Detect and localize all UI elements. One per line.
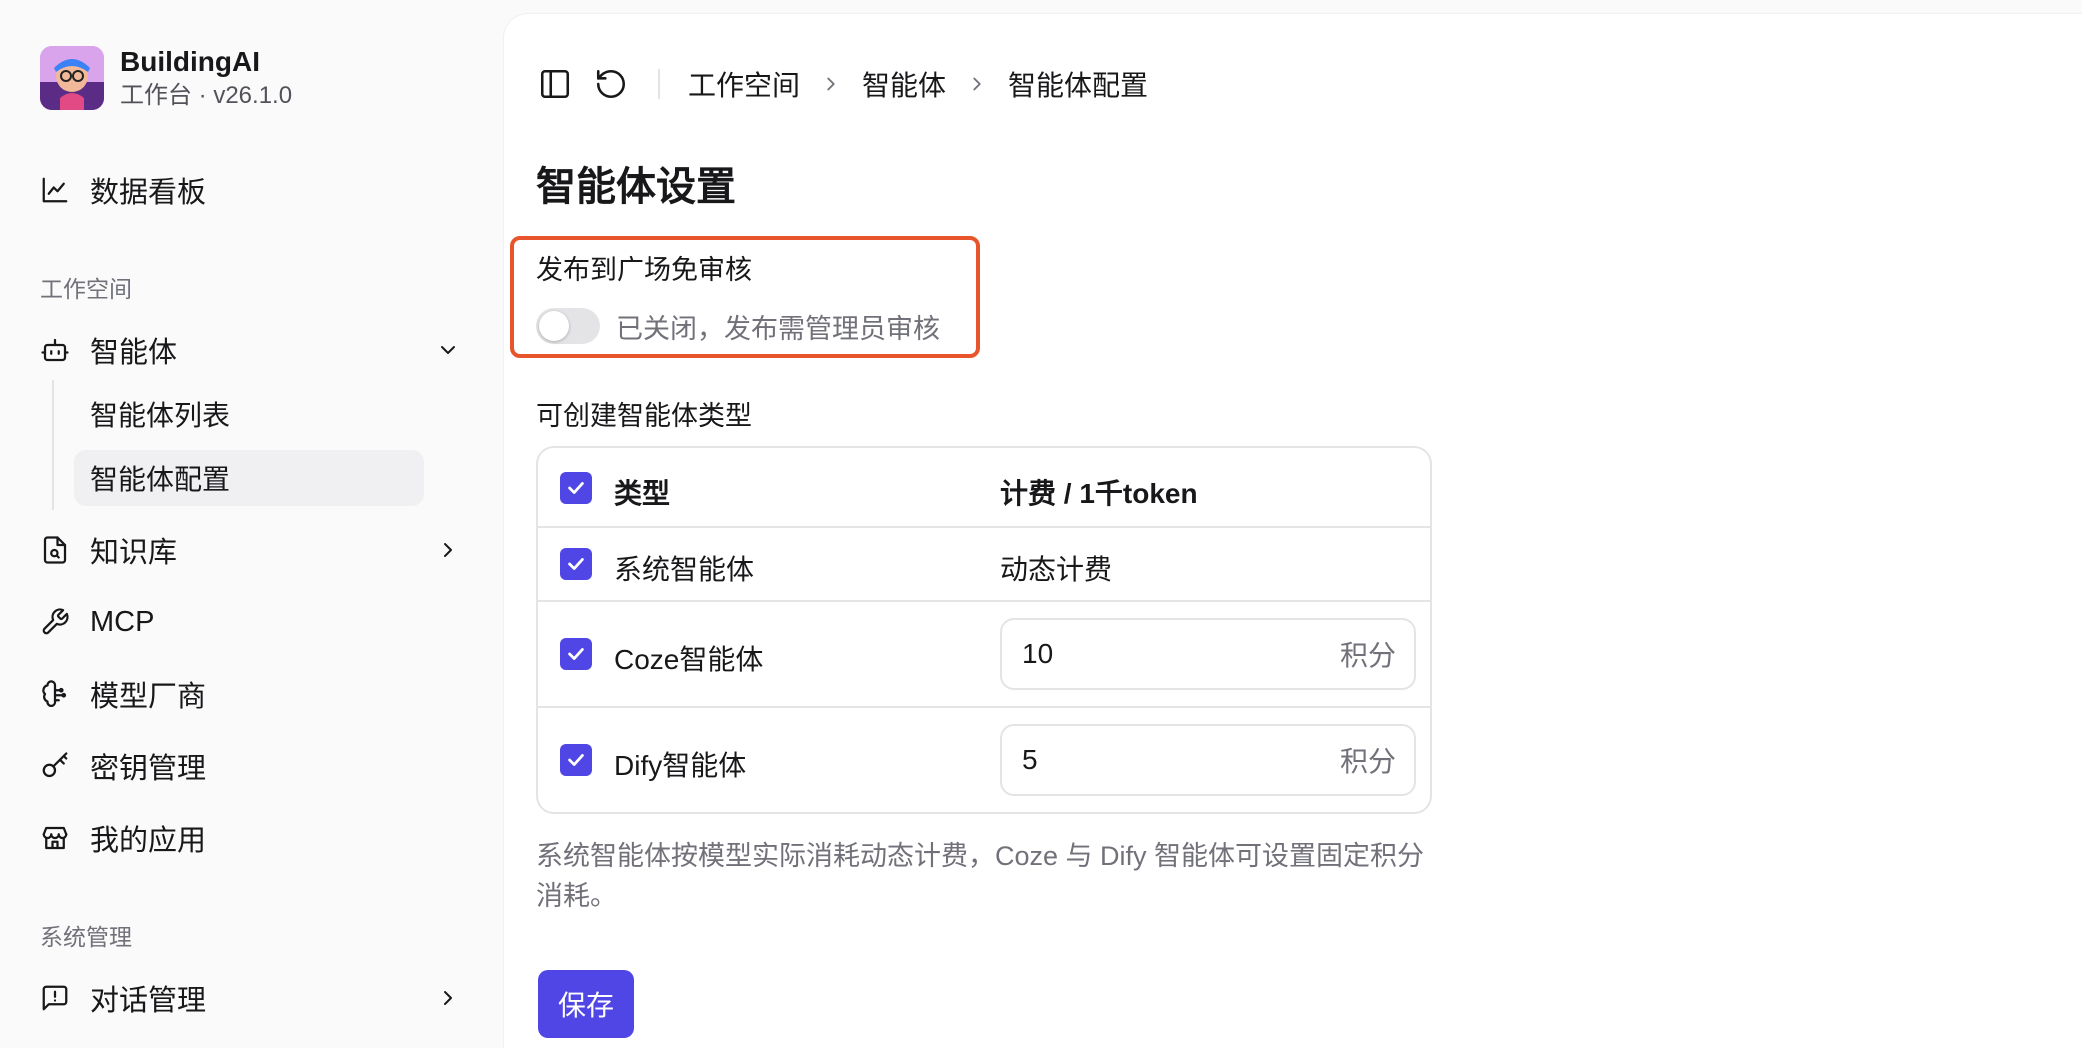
- chevron-right-icon: [820, 73, 842, 95]
- sidebar-item-dashboard[interactable]: 数据看板: [40, 162, 460, 218]
- chevron-right-icon: [966, 73, 988, 95]
- table-header-row: 类型 计费 / 1千token: [538, 448, 1430, 528]
- refresh-icon[interactable]: [594, 67, 628, 101]
- input-value: 10: [1022, 638, 1054, 669]
- publish-review-toggle[interactable]: [536, 308, 600, 344]
- topbar-divider: [658, 69, 660, 99]
- row-name: Coze智能体: [614, 644, 764, 675]
- coze-agent-checkbox[interactable]: [560, 638, 592, 670]
- sidebar-item-label: 对话管理: [90, 985, 207, 1017]
- sidebar-toggle-icon[interactable]: [538, 67, 572, 101]
- sidebar-item-agents[interactable]: 智能体: [40, 322, 460, 378]
- store-icon: [40, 823, 70, 853]
- file-search-icon: [40, 535, 70, 565]
- row-name: Dify智能体: [614, 750, 747, 781]
- system-agent-checkbox[interactable]: [560, 548, 592, 580]
- sidebar: BuildingAI 工作台 · v26.1.0 数据看板 工作空间 智能体 智…: [0, 0, 504, 1048]
- breadcrumb-agents[interactable]: 智能体: [862, 64, 946, 104]
- check-icon: [568, 482, 584, 494]
- message-square-icon: [40, 983, 70, 1013]
- brand-version: 工作台 · v26.1.0: [120, 82, 293, 109]
- dify-points-input[interactable]: 5 积分: [1000, 724, 1416, 796]
- select-all-checkbox[interactable]: [560, 472, 592, 504]
- key-icon: [40, 751, 70, 781]
- dify-agent-checkbox[interactable]: [560, 744, 592, 776]
- check-icon: [568, 648, 584, 660]
- sidebar-item-label: MCP: [90, 605, 155, 638]
- section-label-system: 系统管理: [40, 924, 132, 950]
- chart-line-icon: [40, 175, 70, 205]
- table-row: 系统智能体 动态计费: [538, 528, 1430, 602]
- chevron-right-icon: [436, 986, 460, 1010]
- sidebar-item-label: 知识库: [90, 537, 178, 569]
- main-panel: 工作空间 智能体 智能体配置 智能体设置 发布到广场免审核 已关闭，发布需管理员…: [504, 14, 2082, 1048]
- sidebar-item-key-management[interactable]: 密钥管理: [40, 738, 460, 794]
- sidebar-item-label: 密钥管理: [90, 753, 207, 785]
- row-billing: 动态计费: [1000, 554, 1113, 585]
- sidebar-subitem-agent-list[interactable]: 智能体列表: [74, 386, 424, 442]
- publish-review-status: 已关闭，发布需管理员审核: [616, 314, 940, 344]
- input-unit: 积分: [1339, 746, 1396, 777]
- toggle-knob: [539, 311, 569, 341]
- bot-icon: [40, 335, 70, 365]
- submenu-divider: [52, 380, 54, 510]
- table-row: Dify智能体 5 积分: [538, 708, 1430, 812]
- input-unit: 积分: [1339, 640, 1396, 671]
- wrench-icon: [40, 607, 70, 637]
- header-type: 类型: [614, 478, 671, 509]
- sidebar-item-my-apps[interactable]: 我的应用: [40, 810, 460, 866]
- sidebar-item-label: 我的应用: [90, 825, 207, 857]
- breadcrumb-agent-config: 智能体配置: [1008, 70, 1149, 101]
- check-icon: [568, 754, 584, 766]
- row-name: 系统智能体: [614, 554, 755, 585]
- sidebar-item-chat-management[interactable]: 对话管理: [40, 970, 460, 1026]
- topbar: 工作空间 智能体 智能体配置: [538, 60, 1148, 108]
- agent-types-label: 可创建智能体类型: [536, 401, 752, 431]
- chevron-right-icon: [436, 538, 460, 562]
- sidebar-item-label: 数据看板: [90, 177, 207, 209]
- publish-review-label: 发布到广场免审核: [536, 255, 752, 285]
- brand-logo: [40, 46, 104, 110]
- table-row: Coze智能体 10 积分: [538, 602, 1430, 708]
- header-billing: 计费 / 1千token: [1000, 478, 1198, 509]
- section-label-workspace: 工作空间: [40, 276, 132, 302]
- sidebar-subitem-agent-config[interactable]: 智能体配置: [74, 450, 424, 506]
- brain-icon: [40, 679, 70, 709]
- page-title: 智能体设置: [536, 165, 736, 209]
- agent-types-table: 类型 计费 / 1千token 系统智能体 动态计费 Coze智能体 10 积分: [536, 446, 1432, 814]
- sidebar-item-label: 模型厂商: [90, 681, 207, 713]
- sidebar-item-label: 智能体: [90, 337, 178, 369]
- sidebar-item-knowledge[interactable]: 知识库: [40, 522, 460, 578]
- input-value: 5: [1022, 744, 1038, 775]
- breadcrumb-workspace[interactable]: 工作空间: [688, 64, 800, 104]
- sidebar-item-mcp[interactable]: MCP: [40, 594, 460, 650]
- brand-name: BuildingAI: [120, 46, 260, 77]
- sidebar-item-model-vendor[interactable]: 模型厂商: [40, 666, 460, 722]
- save-button[interactable]: 保存: [538, 970, 634, 1038]
- check-icon: [568, 558, 584, 570]
- billing-hint: 系统智能体按模型实际消耗动态计费，Coze 与 Dify 智能体可设置固定积分消…: [536, 841, 1425, 911]
- chevron-down-icon: [436, 338, 460, 362]
- coze-points-input[interactable]: 10 积分: [1000, 618, 1416, 690]
- brand[interactable]: BuildingAI 工作台 · v26.1.0: [40, 44, 292, 112]
